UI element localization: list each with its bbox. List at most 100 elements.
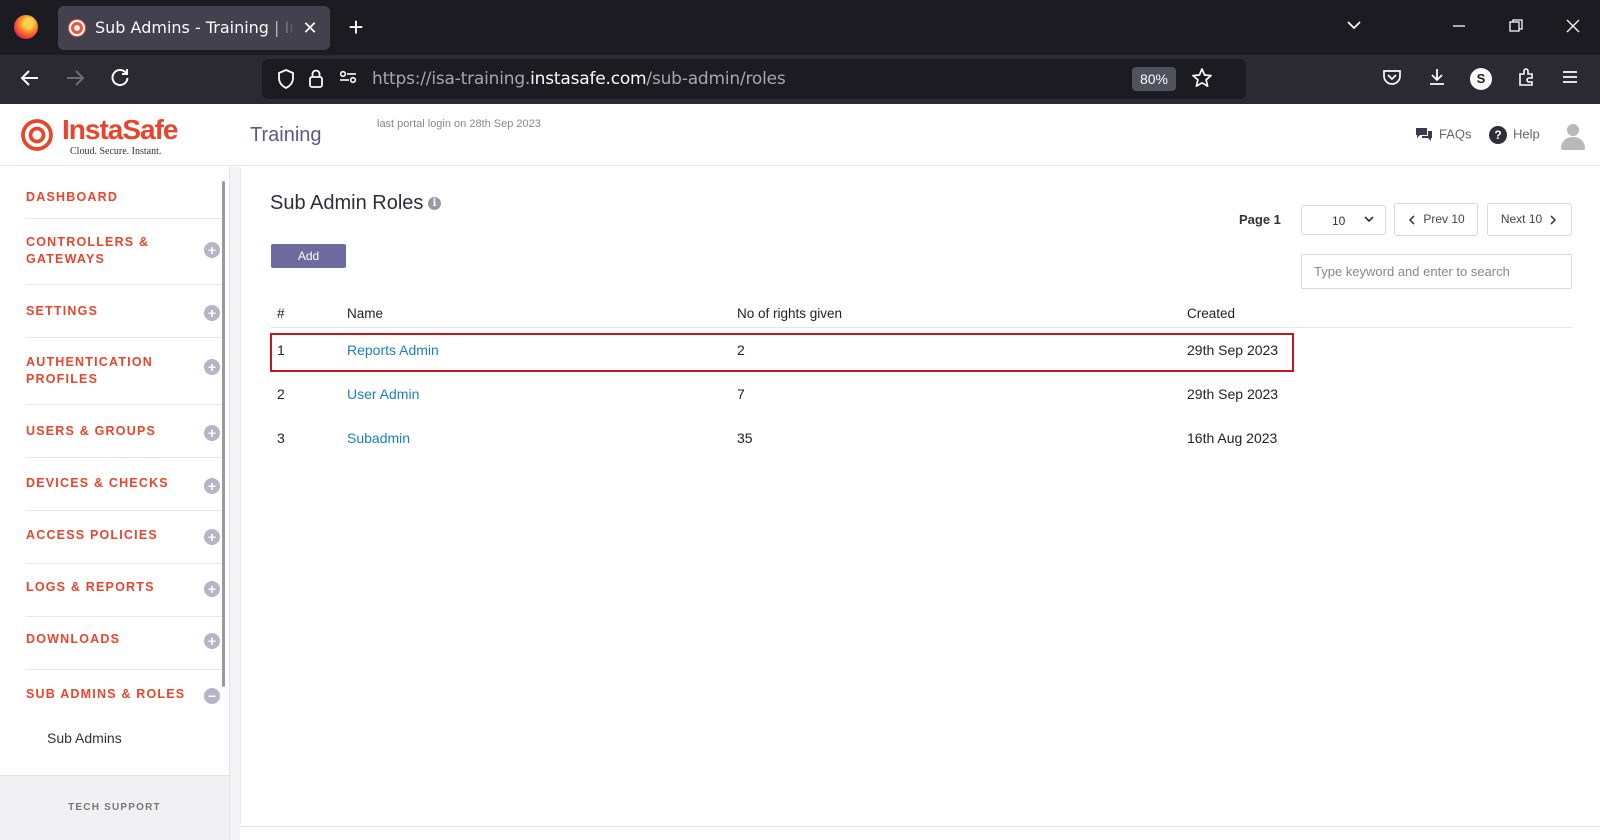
- forward-arrow-icon[interactable]: [62, 67, 88, 93]
- sidebar-item-label: CONTROLLERS & GATEWAYS: [26, 235, 150, 266]
- sidebar-item-logs-reports[interactable]: LOGS & REPORTS +: [26, 564, 222, 617]
- add-role-button[interactable]: Add: [271, 244, 346, 268]
- permissions-icon[interactable]: [338, 69, 358, 89]
- firefox-logo-icon[interactable]: [14, 15, 38, 39]
- instasafe-favicon-icon: [68, 19, 86, 37]
- sidebar-item-downloads[interactable]: DOWNLOADS +: [26, 617, 222, 670]
- logo-tagline: Cloud. Secure. Instant.: [70, 146, 162, 157]
- user-avatar-icon[interactable]: [1560, 124, 1586, 152]
- reload-icon[interactable]: [107, 67, 133, 93]
- role-name-link[interactable]: User Admin: [347, 386, 419, 402]
- chevron-down-icon: [1363, 213, 1375, 228]
- sidebar: DASHBOARD CONTROLLERS & GATEWAYS + SETTI…: [0, 167, 230, 840]
- chat-bubbles-icon: [1415, 126, 1433, 144]
- sidebar-item-access-policies[interactable]: ACCESS POLICIES +: [26, 511, 222, 564]
- sidebar-item-dashboard[interactable]: DASHBOARD: [26, 181, 222, 219]
- tech-support-link[interactable]: TECH SUPPORT: [0, 775, 229, 840]
- collapse-minus-icon[interactable]: −: [204, 688, 220, 704]
- sidebar-item-label: DOWNLOADS: [26, 632, 121, 646]
- url-bar[interactable]: https://isa-training.instasafe.com/sub-a…: [262, 59, 1246, 99]
- sidebar-item-label: SUB ADMINS & ROLES: [26, 687, 186, 701]
- help-label: Help: [1513, 126, 1540, 142]
- created-date: 16th Aug 2023: [1187, 430, 1278, 446]
- back-arrow-icon[interactable]: [17, 67, 43, 93]
- logo-ring-icon: [18, 116, 56, 154]
- bookmark-star-icon[interactable]: [1190, 67, 1214, 91]
- expand-plus-icon[interactable]: +: [204, 478, 220, 494]
- info-icon[interactable]: i: [428, 197, 441, 210]
- prev-page-label: Prev 10: [1423, 212, 1465, 226]
- expand-plus-icon[interactable]: +: [204, 529, 220, 545]
- content-gutter: [230, 167, 240, 840]
- browser-tab-bar: Sub Admins - Training | InstaSafe ✕ +: [0, 0, 1600, 55]
- expand-plus-icon[interactable]: +: [204, 581, 220, 597]
- pocket-icon[interactable]: [1380, 67, 1404, 91]
- expand-plus-icon[interactable]: +: [204, 633, 220, 649]
- account-avatar-icon[interactable]: S: [1470, 68, 1492, 90]
- role-name-link[interactable]: Subadmin: [347, 430, 410, 446]
- sidebar-item-authentication-profiles[interactable]: AUTHENTICATION PROFILES +: [26, 338, 222, 405]
- column-header-name[interactable]: Name: [347, 306, 383, 321]
- browser-tab-active[interactable]: Sub Admins - Training | InstaSafe ✕: [58, 6, 330, 50]
- expand-plus-icon[interactable]: +: [204, 242, 220, 258]
- close-window-icon[interactable]: [1559, 14, 1587, 42]
- minimize-window-icon[interactable]: [1445, 14, 1473, 42]
- url-path: /sub-admin/roles: [646, 69, 786, 89]
- sidebar-subitem-sub-admins[interactable]: Sub Admins: [47, 730, 122, 746]
- created-date: 29th Sep 2023: [1187, 386, 1279, 402]
- expand-plus-icon[interactable]: +: [204, 305, 220, 321]
- per-page-select[interactable]: 10: [1301, 205, 1386, 235]
- page-indicator: Page 1: [1239, 212, 1281, 227]
- sidebar-item-devices-checks[interactable]: DEVICES & CHECKS +: [26, 458, 222, 511]
- last-login-text: last portal login on 28th Sep 2023: [377, 118, 541, 130]
- rights-count: 35: [737, 430, 753, 446]
- chevron-left-icon: [1409, 215, 1415, 225]
- app-header: InstaSafe Cloud. Secure. Instant. Traini…: [0, 104, 1600, 166]
- zoom-level-badge[interactable]: 80%: [1132, 67, 1176, 91]
- expand-plus-icon[interactable]: +: [204, 425, 220, 441]
- expand-plus-icon[interactable]: +: [204, 359, 220, 375]
- extensions-puzzle-icon[interactable]: [1515, 67, 1539, 91]
- search-input[interactable]: [1301, 254, 1572, 289]
- page-title: Sub Admin Roles: [270, 192, 424, 214]
- next-page-label: Next 10: [1500, 212, 1543, 226]
- sidebar-item-settings[interactable]: SETTINGS +: [26, 285, 222, 338]
- role-name-link[interactable]: Reports Admin: [347, 342, 439, 358]
- sidebar-item-label: DASHBOARD: [26, 190, 119, 204]
- restore-window-icon[interactable]: [1502, 14, 1530, 42]
- help-link[interactable]: ? Help: [1489, 126, 1540, 144]
- sidebar-scrollbar[interactable]: [222, 181, 225, 687]
- chevron-right-icon: [1550, 215, 1557, 225]
- url-text[interactable]: https://isa-training.instasafe.com/sub-a…: [372, 69, 786, 89]
- sidebar-item-label: ACCESS POLICIES: [26, 528, 158, 542]
- sidebar-item-controllers-gateways[interactable]: CONTROLLERS & GATEWAYS +: [26, 219, 222, 285]
- sidebar-item-label: SETTINGS: [26, 304, 99, 318]
- prev-page-button[interactable]: Prev 10: [1394, 203, 1478, 236]
- url-host: instasafe.com: [530, 69, 647, 89]
- downloads-icon[interactable]: [1425, 67, 1449, 91]
- lock-icon[interactable]: [306, 69, 326, 89]
- row-number: 1: [277, 342, 285, 358]
- sidebar-item-users-groups[interactable]: USERS & GROUPS +: [26, 405, 222, 458]
- column-header-rights[interactable]: No of rights given: [737, 306, 842, 321]
- close-tab-icon[interactable]: ✕: [298, 16, 322, 40]
- faqs-label: FAQs: [1439, 126, 1472, 142]
- faqs-link[interactable]: FAQs: [1415, 126, 1472, 144]
- tab-title: Sub Admins - Training | InstaSafe: [95, 18, 295, 37]
- sidebar-item-label: USERS & GROUPS: [26, 424, 157, 438]
- column-header-created[interactable]: Created: [1187, 306, 1235, 321]
- help-question-icon: ?: [1489, 126, 1507, 144]
- sidebar-item-label: DEVICES & CHECKS: [26, 476, 169, 490]
- per-page-value: 10: [1332, 214, 1346, 228]
- new-tab-icon[interactable]: +: [343, 14, 369, 40]
- url-prefix: https://isa-training.: [372, 69, 531, 89]
- next-page-button[interactable]: Next 10: [1487, 203, 1572, 236]
- list-tabs-chevron-icon[interactable]: [1340, 14, 1368, 42]
- sidebar-item-sub-admins-roles[interactable]: SUB ADMINS & ROLES −: [26, 670, 222, 714]
- hamburger-menu-icon[interactable]: [1558, 67, 1582, 91]
- browser-nav-bar: https://isa-training.instasafe.com/sub-a…: [0, 55, 1600, 104]
- table-header-divider: [271, 327, 1572, 328]
- logo-wordmark: InstaSafe: [62, 114, 178, 145]
- instasafe-logo[interactable]: InstaSafe Cloud. Secure. Instant.: [18, 112, 178, 158]
- tracking-shield-icon[interactable]: [276, 69, 296, 89]
